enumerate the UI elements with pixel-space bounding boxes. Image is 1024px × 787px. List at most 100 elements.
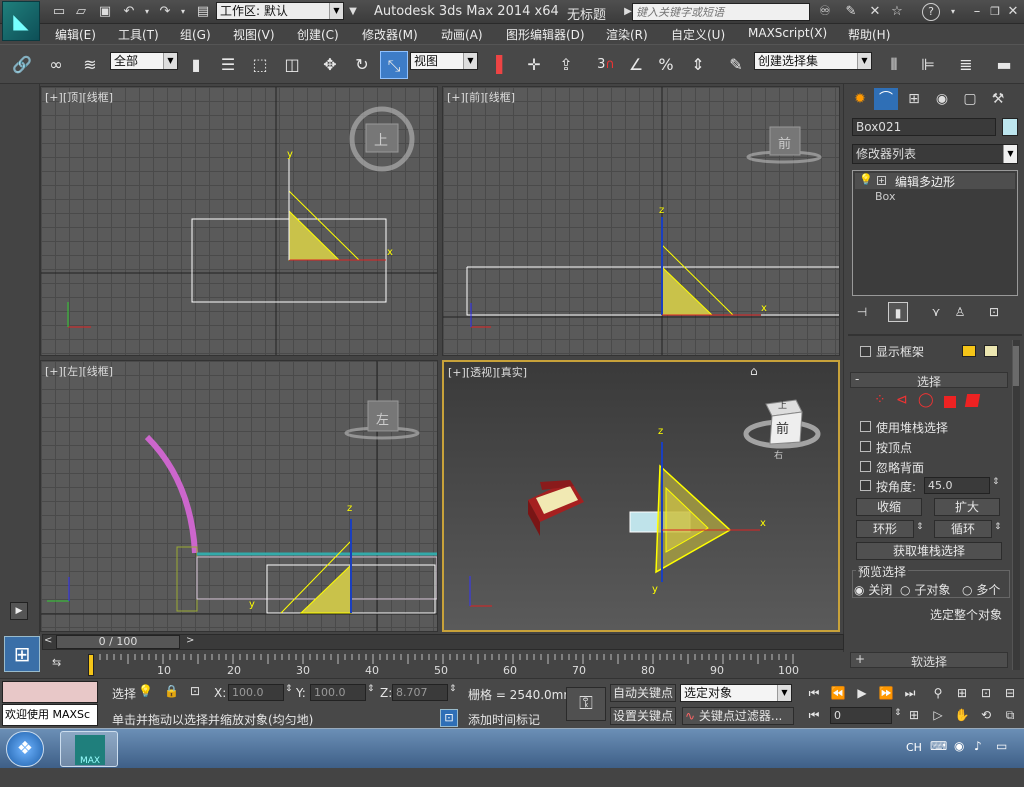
auto-key-button[interactable]: 自动关键点	[610, 684, 676, 702]
absolute-mode-icon[interactable]: ⊡	[190, 684, 200, 698]
stack-item-box[interactable]: Box	[875, 190, 895, 203]
viewport-layout-icon[interactable]: ⊞	[4, 636, 40, 672]
y-spinner-icon[interactable]: ⇕	[367, 684, 375, 694]
close-icon[interactable]: ✕	[1004, 3, 1022, 21]
viewport-top[interactable]: [+][顶][线框] y x 上	[40, 86, 438, 356]
loop-button[interactable]: 循环	[934, 520, 992, 538]
render-setup-icon[interactable]: ▬	[990, 51, 1018, 79]
zoom-all-icon[interactable]: ⊞	[952, 683, 972, 703]
restore-icon[interactable]: ❐	[986, 3, 1004, 21]
configure-modifier-sets-icon[interactable]: ⊡	[984, 302, 1004, 322]
menu-create[interactable]: 创建(C)	[297, 26, 339, 43]
go-to-end-icon[interactable]: ⏭	[900, 683, 920, 703]
stack-item-edit-poly[interactable]: 💡 + 编辑多边形	[855, 173, 1015, 189]
key-target-dropdown[interactable]: 选定对象 ▼	[680, 684, 792, 702]
binoculars-icon[interactable]: ♾	[816, 3, 834, 21]
ring-spinner-icon[interactable]: ⇕	[916, 522, 924, 532]
pin-stack-icon[interactable]: ⊣	[852, 302, 872, 322]
link-icon[interactable]: 🔗	[8, 51, 36, 79]
polygon-mode-icon[interactable]	[944, 396, 956, 408]
expand-arrow-icon[interactable]: ▶	[10, 602, 28, 620]
undo-dropdown-icon[interactable]: ▾	[138, 3, 156, 21]
zoom-extents-all-icon[interactable]: ⊟	[1000, 683, 1020, 703]
hierarchy-tab-icon[interactable]: ⊞	[902, 88, 926, 110]
menu-rendering[interactable]: 渲染(R)	[606, 26, 648, 43]
go-to-start-icon[interactable]: ⏮	[804, 683, 824, 703]
rollout-soft-selection-header[interactable]: + 软选择	[850, 652, 1008, 669]
cage-color-swatch-1[interactable]	[962, 345, 976, 357]
menu-edit[interactable]: 编辑(E)	[55, 26, 96, 43]
next-frame-icon[interactable]: ⏩	[876, 683, 896, 703]
manipulate-icon[interactable]: ✛	[520, 51, 548, 79]
previous-frame-icon[interactable]: ⏪	[828, 683, 848, 703]
rectangular-selection-icon[interactable]: ⬚	[246, 51, 274, 79]
viewcube-top[interactable]: 上	[778, 398, 787, 411]
search-input[interactable]	[632, 3, 810, 21]
favorites-star-icon[interactable]: ☆	[888, 3, 906, 21]
track-bar-toggle-icon[interactable]: ⇆	[52, 656, 61, 669]
spinner-snap-icon[interactable]: ⇕	[684, 51, 712, 79]
keyboard-icon[interactable]: ⌨	[930, 739, 947, 753]
use-stack-selection-checkbox[interactable]	[860, 421, 871, 432]
edit-named-selection-icon[interactable]: ✎	[722, 51, 750, 79]
named-selection-dropdown[interactable]: 创建选择集 ▼	[754, 52, 872, 70]
field-of-view-icon[interactable]: ▷	[928, 705, 948, 725]
viewport-front[interactable]: [+][前][线框] z x 前	[442, 86, 840, 356]
communication-center-icon[interactable]: ✕	[866, 3, 884, 21]
unlink-icon[interactable]: ∞	[42, 51, 70, 79]
y-coord-input[interactable]: 100.0	[310, 684, 366, 701]
key-mode-icon[interactable]: ⏮	[804, 705, 824, 725]
x-coord-input[interactable]: 100.0	[228, 684, 284, 701]
motion-tab-icon[interactable]: ◉	[930, 88, 954, 110]
vertex-mode-icon[interactable]: ⁘	[874, 392, 886, 408]
select-by-name-icon[interactable]: ☰	[214, 51, 242, 79]
menu-views[interactable]: 视图(V)	[233, 26, 275, 43]
menu-help[interactable]: 帮助(H)	[848, 26, 890, 43]
viewport-left[interactable]: [+][左][线框] z y 左	[40, 360, 438, 632]
percent-snap-icon[interactable]: %	[652, 51, 680, 79]
by-vertex-checkbox[interactable]	[860, 441, 871, 452]
project-folder-icon[interactable]: ▤	[194, 3, 212, 21]
maxscript-listener-input[interactable]	[2, 681, 98, 703]
network-icon[interactable]: ◉	[954, 739, 964, 753]
show-cage-checkbox[interactable]	[860, 346, 871, 357]
menu-animation[interactable]: 动画(A)	[441, 26, 483, 43]
display-tab-icon[interactable]: ▢	[958, 88, 982, 110]
maximize-viewport-icon[interactable]: ⧉	[1000, 705, 1020, 725]
rotate-icon[interactable]: ↻	[348, 51, 376, 79]
time-slider-thumb[interactable]: 0 / 100	[56, 635, 180, 649]
viewcube-front[interactable]: 前	[776, 418, 789, 437]
ignore-backfacing-checkbox[interactable]	[860, 461, 871, 472]
expand-plus-icon[interactable]: +	[877, 176, 886, 185]
menu-modifiers[interactable]: 修改器(M)	[362, 26, 418, 43]
start-button-icon[interactable]: ❖	[6, 731, 44, 767]
add-time-tag-label[interactable]: 添加时间标记	[468, 711, 540, 728]
viewcube-face[interactable]: 上	[374, 130, 388, 150]
help-icon[interactable]: ?	[922, 3, 940, 21]
frame-spinner-icon[interactable]: ⇕	[894, 708, 902, 718]
get-stack-selection-button[interactable]: 获取堆栈选择	[856, 542, 1002, 560]
volume-icon[interactable]: ♪	[974, 739, 982, 753]
show-desktop-icon[interactable]: ▭	[996, 739, 1007, 753]
time-slider-prev-icon[interactable]: <	[44, 635, 52, 646]
redo-icon[interactable]: ↷	[156, 3, 174, 21]
set-key-mode-icon[interactable]: ⚿	[566, 687, 606, 721]
align-icon[interactable]: ⊫	[914, 51, 942, 79]
menu-customize[interactable]: 自定义(U)	[671, 26, 725, 43]
menu-group[interactable]: 组(G)	[180, 26, 211, 43]
rollout-select-header[interactable]: - 选择	[850, 372, 1008, 389]
edge-mode-icon[interactable]: ⊲	[896, 392, 908, 408]
pan-icon[interactable]: ✋	[952, 705, 972, 725]
customize-toolbar-icon[interactable]: ▼	[344, 3, 362, 21]
open-file-icon[interactable]: ▱	[72, 3, 90, 21]
time-slider-next-icon[interactable]: >	[186, 635, 194, 646]
viewcube-side[interactable]: 右	[774, 448, 783, 461]
menu-maxscript[interactable]: MAXScript(X)	[748, 26, 827, 40]
select-object-icon[interactable]: ▮	[182, 51, 210, 79]
help-dropdown-icon[interactable]: ▾	[944, 3, 962, 21]
redo-dropdown-icon[interactable]: ▾	[174, 3, 192, 21]
lightbulb-icon[interactable]: 💡	[859, 173, 873, 186]
modifier-list-dropdown[interactable]: 修改器列表 ▼	[852, 144, 1018, 164]
current-frame-marker[interactable]	[88, 654, 94, 676]
menu-graph-editors[interactable]: 图形编辑器(D)	[506, 26, 585, 43]
